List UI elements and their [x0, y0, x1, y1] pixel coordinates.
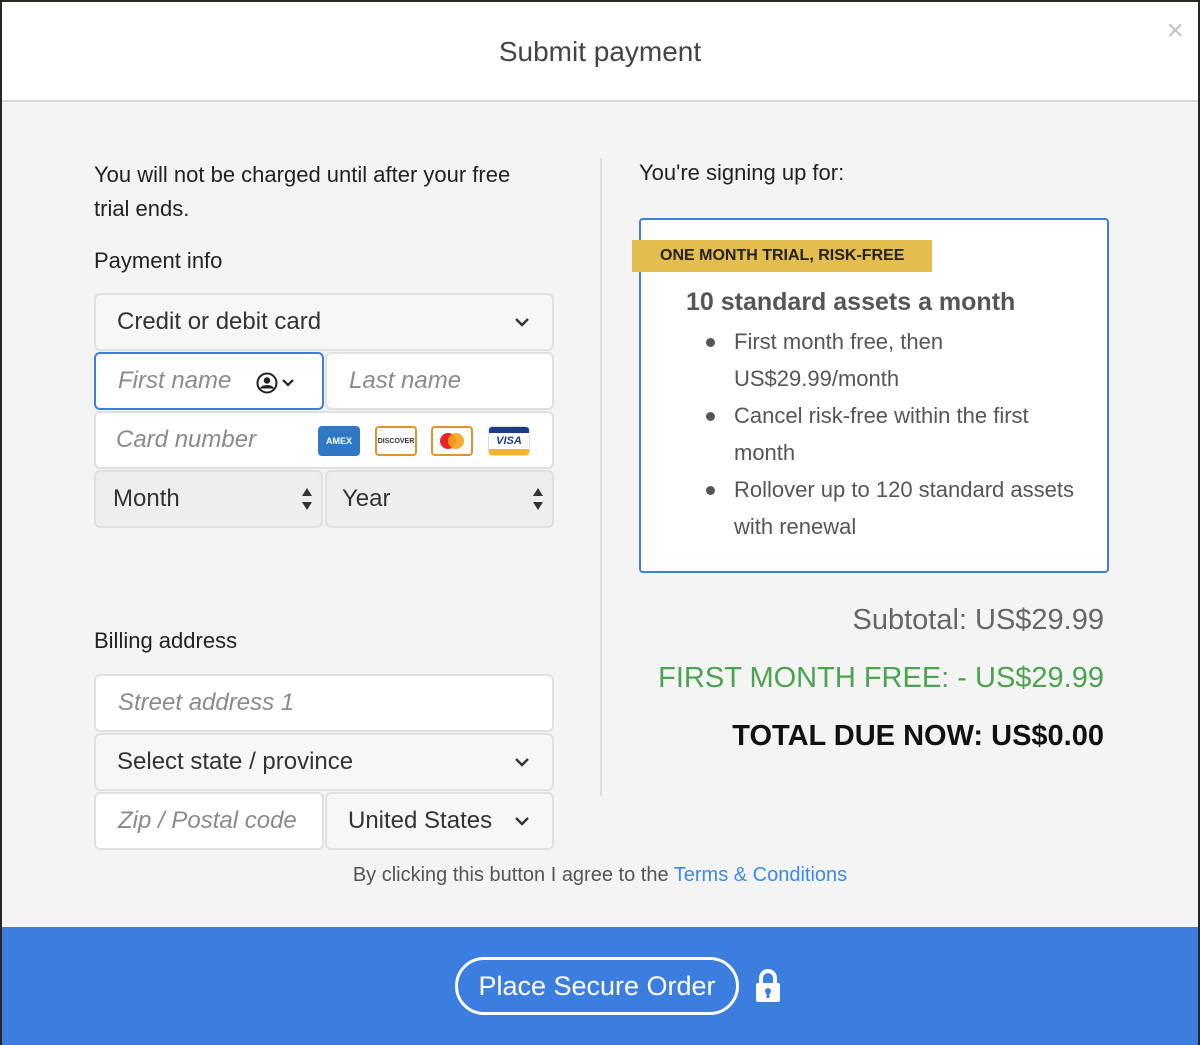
expiry-year-select[interactable]: Year [325, 470, 554, 528]
expiry-month-select[interactable]: Month [94, 470, 323, 528]
payment-method-value: Credit or debit card [117, 308, 322, 335]
plan-feature-text: First month free, then US$29.99/month [734, 329, 944, 391]
place-order-button[interactable]: Place Secure Order [455, 957, 739, 1015]
mastercard-circles-icon [440, 433, 464, 449]
terms-notice: By clicking this button I agree to the T… [2, 864, 1198, 887]
zip-code-placeholder: Zip / Postal code [118, 807, 297, 834]
select-arrows-icon [533, 488, 543, 510]
select-arrows-icon [302, 488, 312, 510]
visa-bottom-stripe [489, 449, 529, 455]
expiry-month-value: Month [113, 485, 180, 512]
visa-card-text: VISA [496, 435, 522, 447]
chevron-down-icon [515, 817, 529, 826]
visa-top-stripe [489, 427, 529, 433]
payment-dialog: Submit payment × You will not be charged… [2, 2, 1198, 1045]
close-icon[interactable]: × [1166, 16, 1184, 46]
column-divider [600, 158, 602, 796]
plan-feature-item: First month free, then US$29.99/month [702, 323, 1082, 397]
terms-conditions-link[interactable]: Terms & Conditions [674, 864, 847, 886]
zip-code-input[interactable]: Zip / Postal code [94, 792, 324, 850]
payment-method-select[interactable]: Credit or debit card [94, 293, 554, 351]
street-address-input[interactable]: Street address 1 [94, 674, 554, 732]
bullet-dot [706, 486, 715, 495]
last-name-placeholder: Last name [349, 367, 462, 394]
discount-line: FIRST MONTH FREE: - US$29.99 [658, 662, 1104, 694]
plan-feature-text: Cancel risk-free within the first month [734, 403, 1029, 465]
amex-card-icon: AMEX [318, 426, 360, 456]
expiry-year-value: Year [342, 485, 391, 512]
first-name-placeholder: First name [118, 367, 232, 394]
chevron-down-icon [515, 758, 529, 767]
plan-feature-item: Cancel risk-free within the first month [702, 397, 1082, 471]
plan-feature-text: Rollover up to 120 standard assets with … [734, 477, 1074, 539]
chevron-down-icon [515, 318, 529, 327]
state-province-select[interactable]: Select state / province [94, 733, 554, 791]
discover-card-text: DISCOVER [377, 437, 415, 445]
billing-address-label: Billing address [94, 628, 238, 653]
first-name-input[interactable]: First name [94, 352, 324, 410]
visa-card-icon: VISA [488, 426, 530, 456]
trial-notice: You will not be charged until after your… [94, 162, 511, 221]
terms-text: By clicking this button I agree to the [352, 864, 669, 886]
bullet-dot [706, 338, 715, 347]
discover-card-icon: DISCOVER [375, 426, 417, 456]
country-value: United States [348, 807, 493, 834]
plan-features-list: First month free, then US$29.99/month Ca… [702, 323, 1082, 545]
autofill-contact-icon[interactable] [256, 372, 302, 394]
plan-title: 10 standard assets a month [686, 288, 1016, 316]
order-footer-bar: Place Secure Order [2, 927, 1198, 1045]
country-select[interactable]: United States [325, 792, 554, 850]
signup-heading: You're signing up for: [639, 160, 845, 185]
mastercard-card-icon [431, 426, 473, 456]
lock-icon [756, 969, 780, 1002]
dialog-title: Submit payment [498, 36, 702, 67]
amex-card-text: AMEX [325, 436, 352, 446]
trial-ribbon: ONE MONTH TRIAL, RISK-FREE [632, 240, 932, 272]
plan-feature-item: Rollover up to 120 standard assets with … [702, 471, 1082, 545]
bullet-dot [706, 412, 715, 421]
card-number-placeholder: Card number [116, 426, 257, 453]
dialog-header: Submit payment × [2, 2, 1198, 102]
subtotal-line: Subtotal: US$29.99 [852, 604, 1104, 636]
payment-info-label: Payment info [94, 248, 223, 273]
total-due-line: TOTAL DUE NOW: US$0.00 [732, 720, 1104, 752]
state-province-value: Select state / province [117, 748, 354, 775]
street-address-placeholder: Street address 1 [118, 689, 295, 716]
card-number-input[interactable]: Card number AMEX DISCOVER VISA [94, 411, 554, 469]
last-name-input[interactable]: Last name [325, 352, 554, 410]
